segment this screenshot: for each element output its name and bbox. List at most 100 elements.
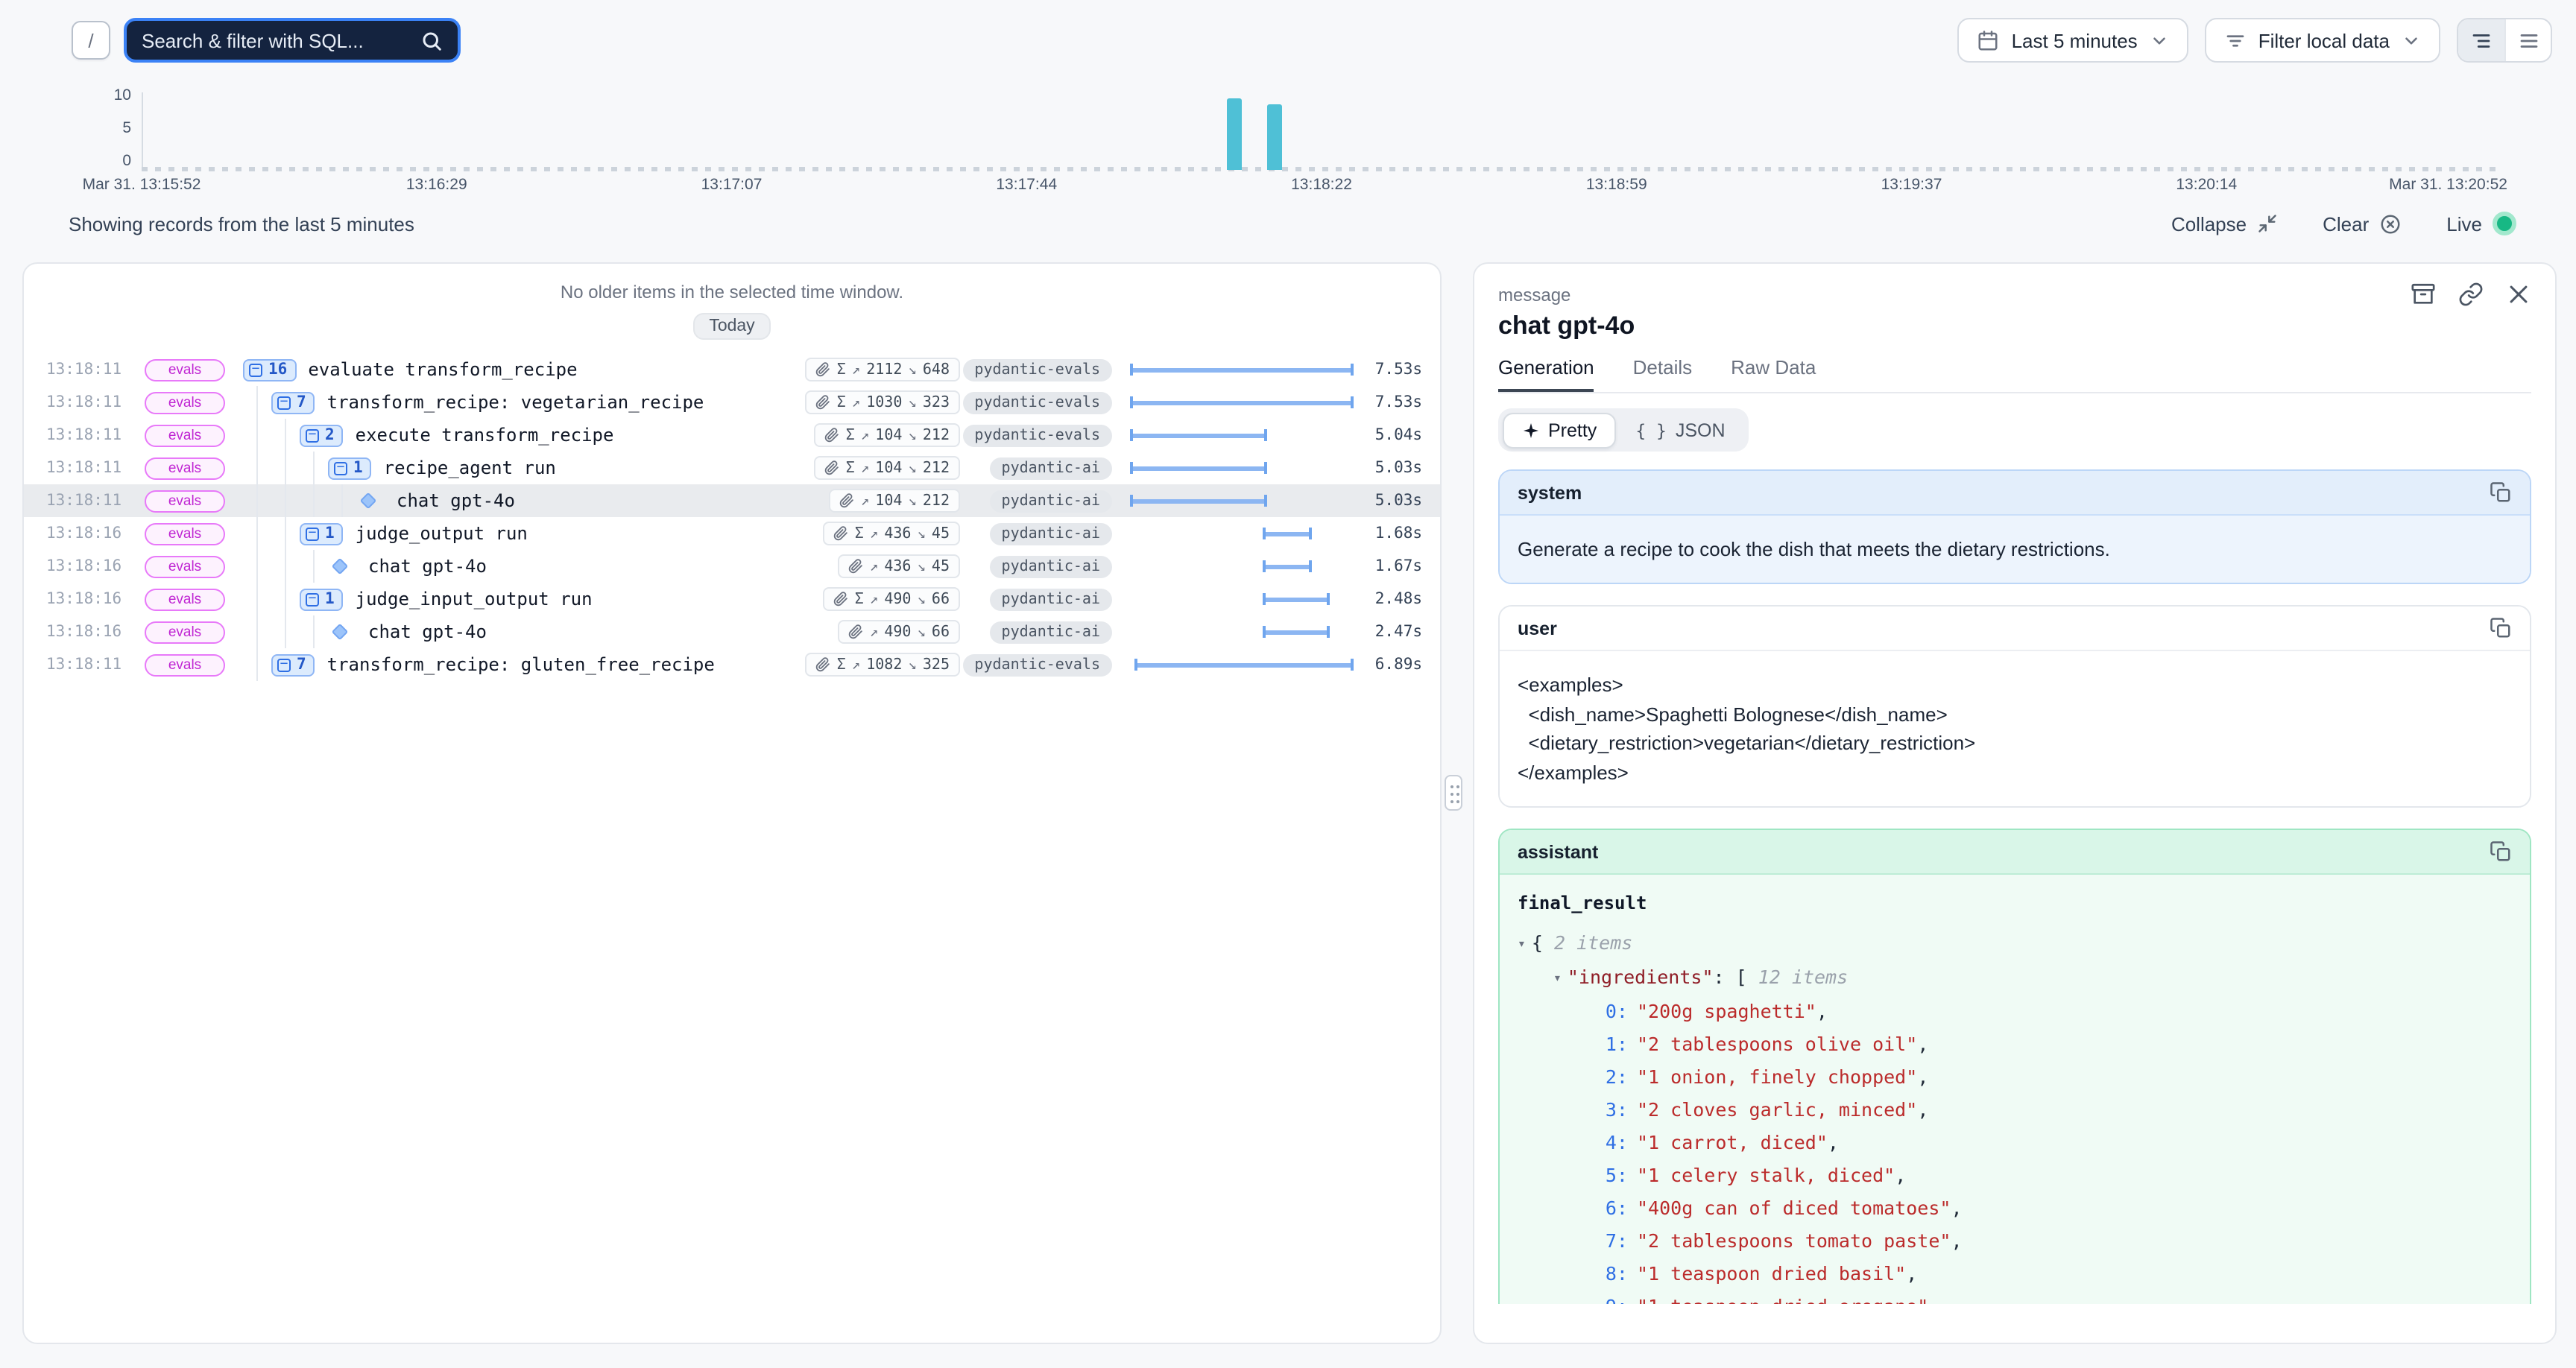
token-usage-pill[interactable]: Σ↗436↘45 xyxy=(824,522,960,545)
evals-badge[interactable]: evals xyxy=(145,555,225,577)
span-name[interactable]: chat gpt-4o xyxy=(368,556,487,577)
token-usage-pill[interactable]: Σ↗104↘212 xyxy=(815,423,960,447)
duration-bar[interactable] xyxy=(1262,626,1329,638)
pretty-view-button[interactable]: Pretty xyxy=(1502,412,1616,448)
trace-row[interactable]: 13:18:11evals−16evaluate transform_recip… xyxy=(24,353,1440,386)
expand-collapse-badge[interactable]: −1 xyxy=(300,588,344,610)
duration-bar[interactable] xyxy=(1262,560,1311,572)
span-name[interactable]: recipe_agent run xyxy=(384,457,556,478)
instrumentation-scope-tag[interactable]: pydantic-ai xyxy=(990,588,1112,610)
search-input[interactable]: Search & filter with SQL... xyxy=(124,18,461,63)
duration-bar[interactable] xyxy=(1130,396,1354,408)
token-usage-pill[interactable]: ↗436↘45 xyxy=(839,554,960,578)
live-toggle[interactable]: Live xyxy=(2446,212,2516,235)
trace-row[interactable]: 13:18:16evalschat gpt-4o↗436↘45pydantic-… xyxy=(24,550,1440,583)
expand-collapse-badge[interactable]: −7 xyxy=(271,391,315,414)
trace-row[interactable]: 13:18:11evals−7transform_recipe: vegetar… xyxy=(24,386,1440,419)
evals-badge[interactable]: evals xyxy=(145,588,225,610)
duration-bar[interactable] xyxy=(1262,593,1329,605)
token-usage-pill[interactable]: ↗490↘66 xyxy=(839,620,960,644)
copy-link-icon[interactable] xyxy=(2458,282,2484,307)
records-histogram[interactable]: 10 5 0 Mar 31. 13:15:5213:16:2913:17:071… xyxy=(69,80,2501,200)
panel-resize-handle[interactable] xyxy=(1445,775,1462,811)
evals-badge[interactable]: evals xyxy=(145,522,225,545)
span-name[interactable]: judge_output run xyxy=(356,523,528,544)
trace-row[interactable]: 13:18:11evals−1recipe_agent runΣ↗104↘212… xyxy=(24,452,1440,484)
evals-badge[interactable]: evals xyxy=(145,358,225,381)
trace-row[interactable]: 13:18:11evalschat gpt-4o↗104↘212pydantic… xyxy=(24,484,1440,517)
span-name[interactable]: evaluate transform_recipe xyxy=(308,359,577,380)
instrumentation-scope-tag[interactable]: pydantic-evals xyxy=(962,391,1112,414)
slash-shortcut-key[interactable]: / xyxy=(72,21,110,60)
json-root-line[interactable]: ▾{ 2 items xyxy=(1518,927,2512,961)
duration-bar[interactable] xyxy=(1130,495,1266,507)
instrumentation-scope-tag[interactable]: pydantic-evals xyxy=(962,653,1112,676)
scope-column: pydantic-ai xyxy=(969,621,1112,643)
duration-bar[interactable] xyxy=(1262,528,1311,539)
span-name[interactable]: chat gpt-4o xyxy=(368,621,487,642)
span-name[interactable]: execute transform_recipe xyxy=(356,425,614,446)
json-view-button[interactable]: { } JSON xyxy=(1616,412,1744,448)
expand-collapse-badge[interactable]: −2 xyxy=(300,424,344,446)
collapse-button[interactable]: Collapse xyxy=(2171,212,2278,235)
expand-collapse-badge[interactable]: −16 xyxy=(243,358,296,381)
evals-badge[interactable]: evals xyxy=(145,653,225,676)
instrumentation-scope-tag[interactable]: pydantic-evals xyxy=(962,424,1112,446)
instrumentation-scope-tag[interactable]: pydantic-ai xyxy=(990,490,1112,512)
tree-indent-guide xyxy=(300,550,328,583)
caret-down-icon[interactable]: ▾ xyxy=(1518,937,1526,952)
clear-button[interactable]: Clear xyxy=(2323,212,2402,235)
filter-local-data-dropdown[interactable]: Filter local data xyxy=(2205,18,2440,63)
histogram-bar[interactable] xyxy=(1267,104,1282,170)
token-usage-pill[interactable]: Σ↗2112↘648 xyxy=(806,358,960,381)
evals-badge[interactable]: evals xyxy=(145,621,225,643)
expand-collapse-badge[interactable]: −1 xyxy=(328,457,372,479)
archive-icon[interactable] xyxy=(2411,282,2436,307)
input-tokens-arrow-icon: ↗ xyxy=(870,525,878,542)
time-range-dropdown[interactable]: Last 5 minutes xyxy=(1958,18,2188,63)
evals-badge[interactable]: evals xyxy=(145,457,225,479)
instrumentation-scope-tag[interactable]: pydantic-evals xyxy=(962,358,1112,381)
duration-bar[interactable] xyxy=(1130,462,1266,474)
trace-row[interactable]: 13:18:11evals−2execute transform_recipeΣ… xyxy=(24,419,1440,452)
span-name[interactable]: transform_recipe: vegetarian_recipe xyxy=(327,392,704,413)
tab-raw-data[interactable]: Raw Data xyxy=(1731,356,1816,392)
tab-generation[interactable]: Generation xyxy=(1498,356,1594,392)
trace-row[interactable]: 13:18:16evalschat gpt-4o↗490↘66pydantic-… xyxy=(24,615,1440,648)
tab-details[interactable]: Details xyxy=(1633,356,1693,392)
trace-row[interactable]: 13:18:11evals−7transform_recipe: gluten_… xyxy=(24,648,1440,681)
evals-badge[interactable]: evals xyxy=(145,391,225,414)
evals-badge[interactable]: evals xyxy=(145,490,225,512)
list-view-button[interactable] xyxy=(2504,19,2551,61)
histogram-bar[interactable] xyxy=(1228,98,1243,170)
copy-icon[interactable] xyxy=(2490,481,2512,504)
trace-row[interactable]: 13:18:16evals−1judge_input_output runΣ↗4… xyxy=(24,583,1440,615)
json-tree-view[interactable]: ▾{ 2 items▾"ingredients": [ 12 items0:"2… xyxy=(1518,927,2512,1304)
span-name[interactable]: transform_recipe: gluten_free_recipe xyxy=(327,654,715,675)
instrumentation-scope-tag[interactable]: pydantic-ai xyxy=(990,555,1112,577)
expand-collapse-badge[interactable]: −1 xyxy=(300,522,344,545)
instrumentation-scope-tag[interactable]: pydantic-ai xyxy=(990,522,1112,545)
token-usage-pill[interactable]: ↗104↘212 xyxy=(830,489,960,513)
json-key-line[interactable]: ▾"ingredients": [ 12 items xyxy=(1518,961,2512,995)
copy-icon[interactable] xyxy=(2490,617,2512,639)
trace-row[interactable]: 13:18:16evals−1judge_output runΣ↗436↘45p… xyxy=(24,517,1440,550)
evals-badge[interactable]: evals xyxy=(145,424,225,446)
token-usage-pill[interactable]: Σ↗1030↘323 xyxy=(806,390,960,414)
caret-down-icon[interactable]: ▾ xyxy=(1553,972,1562,987)
instrumentation-scope-tag[interactable]: pydantic-ai xyxy=(990,621,1112,643)
instrumentation-scope-tag[interactable]: pydantic-ai xyxy=(990,457,1112,479)
close-icon[interactable] xyxy=(2506,282,2531,307)
copy-icon[interactable] xyxy=(2490,840,2512,863)
expand-collapse-badge[interactable]: −7 xyxy=(271,653,315,676)
span-name[interactable]: judge_input_output run xyxy=(356,589,593,609)
token-usage-pill[interactable]: Σ↗104↘212 xyxy=(815,456,960,480)
token-usage-pill[interactable]: Σ↗490↘66 xyxy=(824,587,960,611)
duration-bar[interactable] xyxy=(1134,659,1354,671)
x-axis-tick: 13:19:37 xyxy=(1881,176,1942,194)
span-name[interactable]: chat gpt-4o xyxy=(397,490,515,511)
tree-view-button[interactable] xyxy=(2458,19,2504,61)
duration-bar[interactable] xyxy=(1130,364,1354,376)
token-usage-pill[interactable]: Σ↗1082↘325 xyxy=(806,653,960,677)
duration-bar[interactable] xyxy=(1130,429,1266,441)
